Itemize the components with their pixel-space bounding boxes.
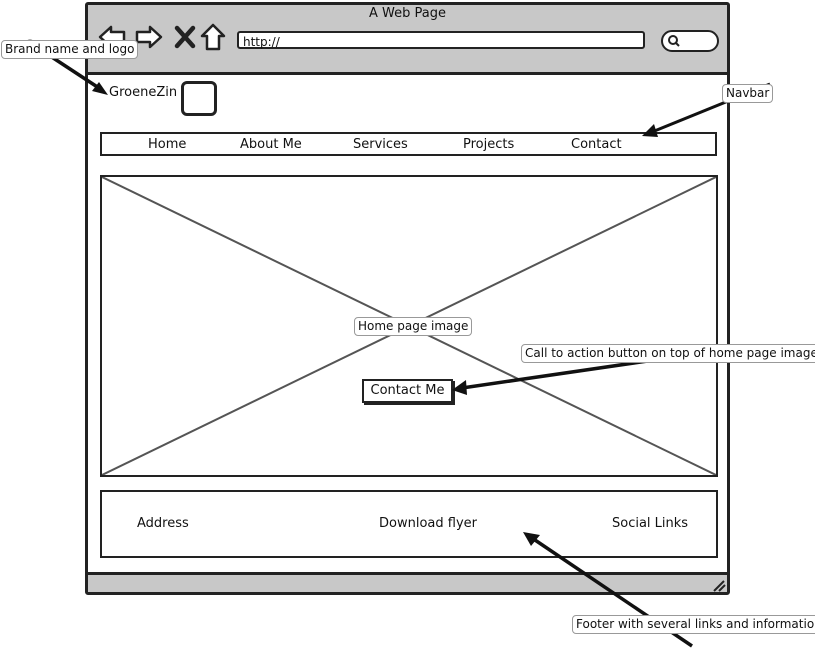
footer-address[interactable]: Address: [137, 516, 189, 531]
close-icon[interactable]: [170, 22, 200, 52]
url-input[interactable]: http://: [237, 31, 645, 49]
search-icon: [668, 35, 680, 47]
annotation-footer: Footer with several links and informatio…: [572, 615, 815, 634]
nav-item-projects[interactable]: Projects: [463, 137, 514, 152]
annotation-navbar: Navbar: [722, 84, 774, 103]
nav-item-services[interactable]: Services: [353, 137, 408, 152]
logo-placeholder[interactable]: [181, 81, 217, 116]
brand-name[interactable]: GroeneZin: [109, 85, 177, 100]
nav-item-about-me[interactable]: About Me: [240, 137, 302, 152]
navbar: [100, 132, 717, 156]
nav-item-contact[interactable]: Contact: [571, 137, 622, 152]
window-title: A Web Page: [369, 6, 446, 21]
resize-grip-icon[interactable]: [711, 578, 727, 592]
search-button[interactable]: [661, 30, 719, 52]
forward-arrow-icon[interactable]: [134, 22, 164, 52]
annotation-brand: Brand name and logo: [1, 40, 139, 59]
nav-item-home[interactable]: Home: [148, 137, 186, 152]
home-icon[interactable]: [198, 22, 228, 52]
annotation-home-image: Home page image: [354, 317, 473, 336]
annotation-cta: Call to action button on top of home pag…: [521, 344, 815, 363]
footer-download-flyer[interactable]: Download flyer: [379, 516, 477, 531]
contact-me-button[interactable]: Contact Me: [362, 379, 453, 403]
footer-social-links[interactable]: Social Links: [612, 516, 688, 531]
status-bar: [88, 572, 727, 592]
